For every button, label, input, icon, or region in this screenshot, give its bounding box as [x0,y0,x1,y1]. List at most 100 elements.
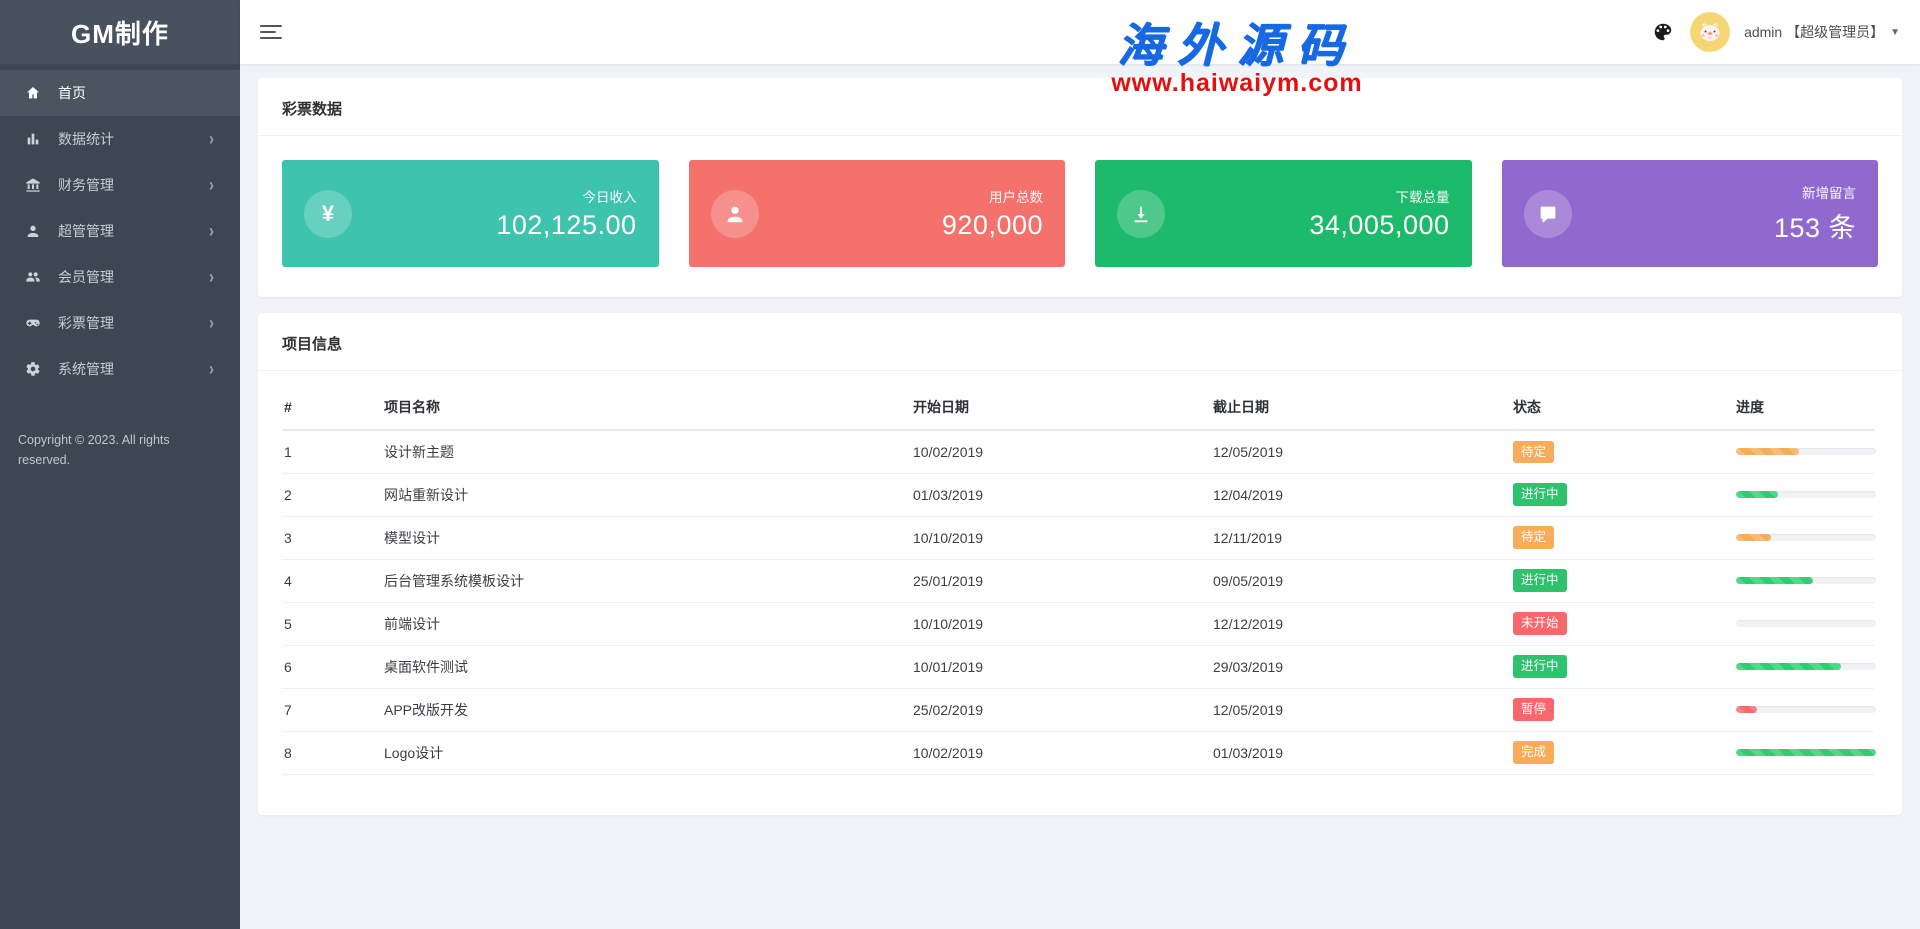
cell-status: 进行中 [1511,645,1734,688]
col-header-index: # [282,385,382,430]
status-badge: 未开始 [1513,612,1567,635]
table-row: 4后台管理系统模板设计25/01/201909/05/2019进行中 [282,559,1874,602]
stat-value: 34,005,000 [1309,210,1449,241]
bank-icon [24,176,42,194]
cell-start-date: 10/02/2019 [911,731,1211,774]
progress-bar [1736,491,1876,498]
sidebar: GM制作 首页 数据统计 › 财务管理 › [0,0,240,929]
gamepad-icon [24,314,42,332]
cell-start-date: 25/02/2019 [911,688,1211,731]
header-right: admin 【超级管理员】 ▼ [1650,12,1900,52]
home-icon [24,84,42,102]
progress-bar-fill [1736,749,1876,756]
bar-chart-icon [24,130,42,148]
progress-bar [1736,534,1876,541]
chevron-right-icon: › [209,313,214,333]
hamburger-menu-icon[interactable] [260,21,282,43]
progress-bar [1736,706,1876,713]
cell-status: 未开始 [1511,602,1734,645]
users-icon [24,268,42,286]
sidebar-item-lottery[interactable]: 彩票管理 › [0,300,240,346]
cell-start-date: 25/01/2019 [911,559,1211,602]
cell-index: 5 [282,602,382,645]
content-area: 彩票数据 ¥ 今日收入 102,125.00 [240,64,1920,929]
chevron-right-icon: › [209,221,214,241]
col-header-name: 项目名称 [382,385,911,430]
col-header-status: 状态 [1511,385,1734,430]
cell-project-name: APP改版开发 [382,688,911,731]
cell-start-date: 10/01/2019 [911,645,1211,688]
app-root: GM制作 首页 数据统计 › 财务管理 › [0,0,1920,929]
cell-end-date: 12/05/2019 [1211,430,1511,473]
cell-project-name: 前端设计 [382,602,911,645]
panel-title-project-info: 项目信息 [258,313,1902,371]
cell-index: 7 [282,688,382,731]
user-name-label: admin 【超级管理员】 [1744,22,1884,42]
cell-progress [1734,731,1874,774]
progress-bar-fill [1736,706,1757,713]
cell-start-date: 10/02/2019 [911,430,1211,473]
theme-palette-icon[interactable] [1650,19,1676,45]
status-badge: 进行中 [1513,655,1567,678]
status-badge: 待定 [1513,441,1554,464]
user-menu[interactable]: admin 【超级管理员】 ▼ [1744,22,1900,42]
stat-value: 153 条 [1774,206,1856,245]
chevron-right-icon: › [209,129,214,149]
progress-bar-fill [1736,663,1841,670]
chevron-right-icon: › [209,267,214,287]
cell-index: 2 [282,473,382,516]
stat-card-downloads: 下载总量 34,005,000 [1095,160,1472,267]
stat-card-users: 用户总数 920,000 [689,160,1066,267]
cell-project-name: 桌面软件测试 [382,645,911,688]
user-avatar[interactable] [1690,12,1730,52]
table-row: 1设计新主题10/02/201912/05/2019待定 [282,430,1874,473]
progress-bar-fill [1736,577,1813,584]
progress-bar-fill [1736,448,1799,455]
cell-end-date: 12/12/2019 [1211,602,1511,645]
cell-progress [1734,473,1874,516]
table-row: 6桌面软件测试10/01/201929/03/2019进行中 [282,645,1874,688]
comment-icon [1524,190,1572,238]
progress-bar-fill [1736,534,1771,541]
top-header: admin 【超级管理员】 ▼ [240,0,1920,64]
cell-end-date: 12/11/2019 [1211,516,1511,559]
status-badge: 进行中 [1513,483,1567,506]
cell-start-date: 10/10/2019 [911,516,1211,559]
cell-end-date: 12/04/2019 [1211,473,1511,516]
stat-cards: ¥ 今日收入 102,125.00 用户总数 920,000 [258,136,1902,297]
sidebar-item-finance[interactable]: 财务管理 › [0,162,240,208]
table-row: 3模型设计10/10/201912/11/2019待定 [282,516,1874,559]
sidebar-item-superadmin[interactable]: 超管管理 › [0,208,240,254]
sidebar-item-statistics[interactable]: 数据统计 › [0,116,240,162]
user-icon [711,190,759,238]
sidebar-item-home[interactable]: 首页 [0,70,240,116]
stat-card-messages: 新增留言 153 条 [1502,160,1879,267]
progress-bar [1736,663,1876,670]
cell-project-name: Logo设计 [382,731,911,774]
projects-table-body: 1设计新主题10/02/201912/05/2019待定2网站重新设计01/03… [282,430,1874,774]
col-header-start: 开始日期 [911,385,1211,430]
cell-index: 8 [282,731,382,774]
cell-end-date: 09/05/2019 [1211,559,1511,602]
project-info-panel: 项目信息 # 项目名称 开始日期 截止日期 [258,313,1902,815]
cell-status: 完成 [1511,731,1734,774]
stat-label: 用户总数 [942,186,1043,206]
cell-index: 4 [282,559,382,602]
table-row: 5前端设计10/10/201912/12/2019未开始 [282,602,1874,645]
sidebar-item-members[interactable]: 会员管理 › [0,254,240,300]
status-badge: 完成 [1513,741,1554,764]
progress-bar [1736,620,1876,627]
sidebar-item-system[interactable]: 系统管理 › [0,346,240,392]
cell-status: 进行中 [1511,473,1734,516]
lottery-data-panel: 彩票数据 ¥ 今日收入 102,125.00 [258,78,1902,297]
status-badge: 暂停 [1513,698,1554,721]
projects-table: # 项目名称 开始日期 截止日期 状态 进度 1设计新主题10/02/20191… [282,385,1874,775]
cell-start-date: 01/03/2019 [911,473,1211,516]
projects-table-wrap: # 项目名称 开始日期 截止日期 状态 进度 1设计新主题10/02/20191… [258,371,1902,815]
app-logo: GM制作 [0,0,240,64]
panel-title-lottery-data: 彩票数据 [258,78,1902,136]
chevron-right-icon: › [209,175,214,195]
stat-label: 下载总量 [1309,186,1449,206]
cell-status: 暂停 [1511,688,1734,731]
progress-bar-fill [1736,491,1778,498]
